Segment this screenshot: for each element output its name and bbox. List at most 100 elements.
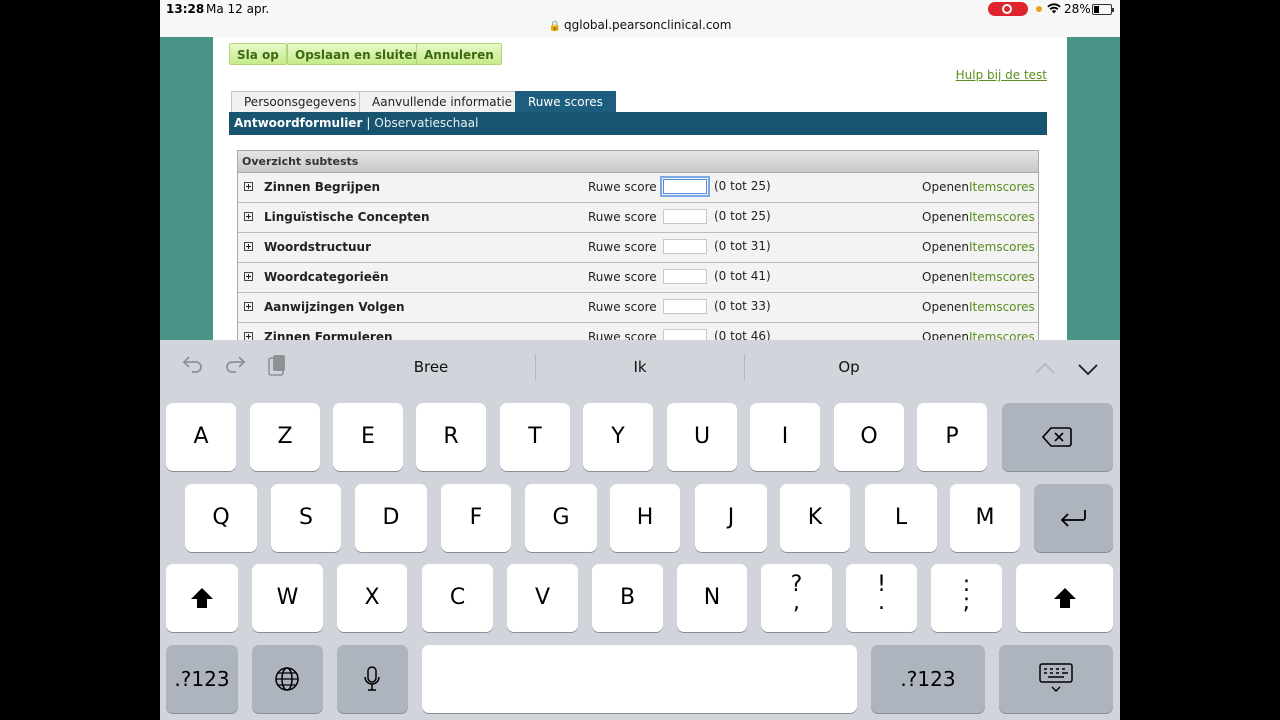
redo-icon[interactable] bbox=[224, 354, 246, 379]
url-text: qglobal.pearsonclinical.com bbox=[564, 18, 732, 32]
key-h[interactable]: H bbox=[610, 484, 680, 552]
save-button[interactable]: Sla op bbox=[229, 43, 287, 65]
raw-score-label: Ruwe score bbox=[588, 210, 657, 224]
key-n[interactable]: N bbox=[677, 564, 747, 632]
key-w[interactable]: W bbox=[252, 564, 323, 632]
itemscores-link[interactable]: Itemscores bbox=[969, 180, 1035, 194]
suggestion-bar: Bree Ik Op bbox=[160, 340, 1120, 394]
microphone-icon bbox=[363, 666, 381, 698]
key-i[interactable]: I bbox=[750, 403, 820, 471]
raw-score-input[interactable] bbox=[663, 299, 707, 314]
raw-score-input[interactable] bbox=[663, 269, 707, 284]
key-y[interactable]: Y bbox=[583, 403, 653, 471]
globe-key[interactable] bbox=[252, 645, 323, 713]
expand-icon[interactable] bbox=[244, 272, 253, 281]
key-f[interactable]: F bbox=[441, 484, 511, 552]
tab-aanvullende-informatie[interactable]: Aanvullende informatie bbox=[359, 91, 526, 112]
dictation-key[interactable] bbox=[337, 645, 408, 713]
globe-icon bbox=[274, 666, 300, 698]
key-d[interactable]: D bbox=[355, 484, 427, 552]
key-z[interactable]: Z bbox=[250, 403, 320, 471]
expand-icon[interactable] bbox=[244, 302, 253, 311]
suggestion-3[interactable]: Op bbox=[749, 358, 949, 376]
key-b[interactable]: B bbox=[592, 564, 663, 632]
tab-persoonsgegevens[interactable]: Persoonsgegevens bbox=[231, 91, 370, 112]
status-date: Ma 12 apr. bbox=[206, 2, 270, 16]
key-l[interactable]: L bbox=[865, 484, 937, 552]
numbers-key-right[interactable]: .?123 bbox=[871, 645, 985, 713]
shift-icon bbox=[190, 587, 214, 615]
key-colon-semicolon[interactable]: : ; bbox=[931, 564, 1002, 632]
raw-score-input[interactable] bbox=[660, 176, 710, 197]
key-c[interactable]: C bbox=[422, 564, 493, 632]
expand-icon[interactable] bbox=[244, 182, 253, 191]
key-j[interactable]: J bbox=[695, 484, 767, 552]
key-a[interactable]: A bbox=[166, 403, 236, 471]
chevron-down-icon[interactable] bbox=[1077, 358, 1099, 382]
key-exclamation-period[interactable]: ! . bbox=[846, 564, 917, 632]
key-r[interactable]: R bbox=[416, 403, 486, 471]
key-e[interactable]: E bbox=[333, 403, 403, 471]
score-range: (0 tot 31) bbox=[714, 239, 771, 253]
itemscores-link[interactable]: Itemscores bbox=[969, 300, 1035, 314]
chevron-up-icon[interactable] bbox=[1034, 356, 1056, 380]
subtab-antwoordformulier[interactable]: Antwoordformulier bbox=[234, 116, 362, 130]
status-bar: 13:28 Ma 12 apr. 🔒 qglobal.pearsonclinica… bbox=[160, 0, 1120, 37]
key-m[interactable]: M bbox=[950, 484, 1020, 552]
tab-ruwe-scores[interactable]: Ruwe scores bbox=[515, 91, 616, 112]
shift-key-right[interactable] bbox=[1016, 564, 1113, 632]
key-question-comma[interactable]: ? , bbox=[761, 564, 832, 632]
cancel-button[interactable]: Annuleren bbox=[416, 43, 502, 65]
itemscores-link[interactable]: Itemscores bbox=[969, 210, 1035, 224]
undo-icon[interactable] bbox=[182, 354, 204, 379]
key-o[interactable]: O bbox=[834, 403, 904, 471]
hide-keyboard-key[interactable] bbox=[999, 645, 1113, 713]
raw-score-input[interactable] bbox=[663, 209, 707, 224]
key-s[interactable]: S bbox=[271, 484, 341, 552]
backspace-key[interactable] bbox=[1002, 403, 1113, 471]
space-bar[interactable] bbox=[422, 645, 857, 713]
subtest-overview-table: Overzicht subtests Zinnen Begrijpen Ruwe… bbox=[237, 150, 1039, 353]
shift-key-left[interactable] bbox=[166, 564, 238, 632]
help-link[interactable]: Hulp bij de test bbox=[956, 68, 1047, 82]
key-g[interactable]: G bbox=[525, 484, 597, 552]
open-label: Openen bbox=[922, 210, 970, 224]
table-row: Linguïstische Concepten Ruwe score (0 to… bbox=[238, 203, 1038, 233]
onscreen-keyboard: Bree Ik Op A Z E R T Y U I O P Q S D F G… bbox=[160, 340, 1120, 720]
key-p[interactable]: P bbox=[917, 403, 987, 471]
key-v[interactable]: V bbox=[507, 564, 578, 632]
suggestion-divider bbox=[535, 354, 536, 380]
screen-recording-icon[interactable] bbox=[988, 2, 1028, 16]
suggestion-1[interactable]: Bree bbox=[331, 358, 531, 376]
address-bar[interactable]: 🔒 qglobal.pearsonclinical.com bbox=[160, 18, 1120, 32]
return-icon bbox=[1060, 508, 1088, 534]
open-label: Openen bbox=[922, 300, 970, 314]
numbers-key-left[interactable]: .?123 bbox=[166, 645, 238, 713]
table-row: Aanwijzingen Volgen Ruwe score (0 tot 33… bbox=[238, 293, 1038, 323]
key-t[interactable]: T bbox=[500, 403, 570, 471]
itemscores-link[interactable]: Itemscores bbox=[969, 270, 1035, 284]
table-row: Zinnen Begrijpen Ruwe score (0 tot 25) O… bbox=[238, 173, 1038, 203]
itemscores-link[interactable]: Itemscores bbox=[969, 240, 1035, 254]
web-page: Sla op Opslaan en sluiten Annuleren Hulp… bbox=[213, 37, 1067, 353]
raw-score-input[interactable] bbox=[663, 239, 707, 254]
key-x[interactable]: X bbox=[337, 564, 407, 632]
key-u[interactable]: U bbox=[667, 403, 737, 471]
return-key[interactable] bbox=[1034, 484, 1113, 552]
expand-icon[interactable] bbox=[244, 212, 253, 221]
key-k[interactable]: K bbox=[780, 484, 850, 552]
open-label: Openen bbox=[922, 270, 970, 284]
subtab-observatieschaal[interactable]: Observatieschaal bbox=[374, 116, 478, 130]
paste-icon[interactable] bbox=[266, 354, 288, 383]
backspace-icon bbox=[1041, 426, 1072, 454]
raw-score-label: Ruwe score bbox=[588, 300, 657, 314]
open-label: Openen bbox=[922, 180, 970, 194]
key-q[interactable]: Q bbox=[185, 484, 257, 552]
save-and-close-button[interactable]: Opslaan en sluiten bbox=[287, 43, 430, 65]
suggestion-2[interactable]: Ik bbox=[540, 358, 740, 376]
subtest-name: Linguïstische Concepten bbox=[264, 210, 430, 224]
subtab-bar: Antwoordformulier | Observatieschaal bbox=[229, 112, 1047, 135]
key-bottom-char: ; bbox=[962, 590, 971, 615]
expand-icon[interactable] bbox=[244, 242, 253, 251]
subtest-name: Woordstructuur bbox=[264, 240, 371, 254]
